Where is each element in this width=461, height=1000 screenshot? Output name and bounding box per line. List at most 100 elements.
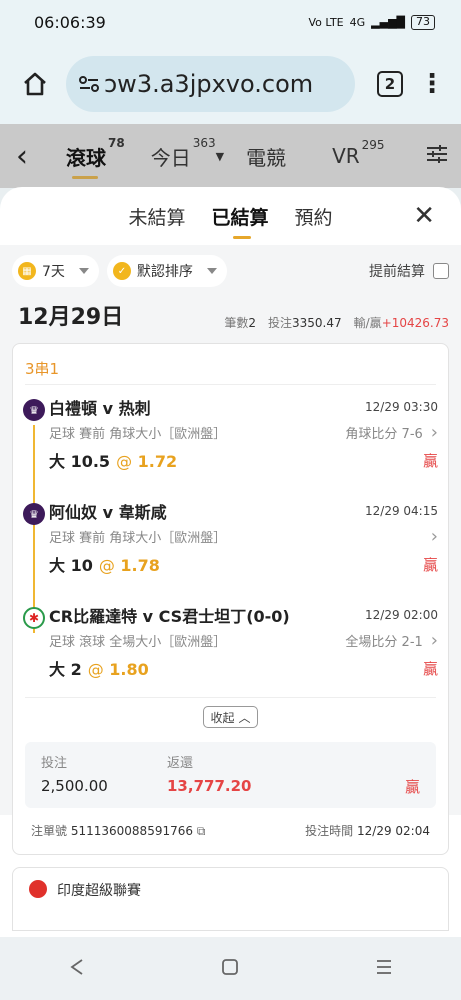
tab-badge: 78 (108, 135, 125, 150)
day-summary: 筆數2 投注3350.47 輸/贏+10426.73 (224, 314, 449, 331)
collapse-button[interactable]: 收起 ︿ (203, 706, 258, 728)
status-icons: Vo LTE 4G ▂▄▆█ 73 (308, 14, 435, 30)
selection: 大 2 (49, 660, 82, 679)
tab-badge: 363 (192, 135, 216, 150)
back-icon[interactable]: ‹ (16, 139, 46, 174)
status-bar: 06:06:39 Vo LTE 4G ▂▄▆█ 73 (0, 0, 461, 44)
tab-inplay[interactable]: 滾球 78 (66, 136, 125, 179)
tab-switcher-button[interactable]: 2 (377, 71, 403, 97)
odds-at: @ (116, 452, 133, 471)
chevron-right-icon[interactable]: › (431, 526, 438, 547)
winloss-value: +10426.73 (381, 316, 449, 330)
more-menu-icon[interactable]: ⋮ (417, 71, 447, 97)
home-nav-icon[interactable] (220, 957, 240, 981)
early-settle-toggle[interactable]: 提前結算 (369, 261, 449, 281)
site-settings-icon[interactable] (78, 73, 100, 95)
bet-type: 3串1 (25, 360, 60, 378)
bet-leg[interactable]: ♛ 白禮頓 v 热刺 12/29 03:30 足球 賽前 角球大小［歐洲盤］ 角… (13, 385, 448, 529)
filter-row: ▦ 7天 ✓ 默認排序 提前結算 (12, 255, 449, 287)
leg-result: 贏 (422, 555, 438, 574)
sort-dropdown[interactable]: ✓ 默認排序 (106, 255, 227, 287)
tab-today[interactable]: 今日 363 ▼ (150, 136, 225, 171)
date-range-value: 7天 (42, 264, 65, 280)
recents-nav-icon[interactable] (374, 957, 394, 981)
close-icon[interactable]: ✕ (413, 201, 435, 231)
collapse-label: 收起 (210, 710, 235, 725)
league-name: 印度超級聯賽 (57, 883, 141, 899)
tab-unsettled[interactable]: 未結算 (128, 203, 185, 230)
market-info: 足球 賽前 角球大小［歐洲盤］ (49, 530, 227, 546)
chevron-right-icon[interactable]: › (431, 422, 438, 443)
return-label: 返還 (167, 756, 194, 771)
tab-label: 今日 (150, 145, 191, 170)
odds-value: 1.72 (137, 452, 178, 471)
tab-reserved[interactable]: 預約 (295, 203, 333, 230)
odds-at: @ (87, 660, 104, 679)
address-bar[interactable]: ɔw3.a3jpxvo.com (66, 56, 355, 112)
bet-leg[interactable]: ✱ CR比羅達特 v CS君士坦丁(0-0) 12/29 02:00 足球 滾球… (13, 593, 448, 697)
bet-time-label: 投注時間 (305, 824, 354, 838)
check-circle-icon: ✓ (112, 262, 131, 280)
count-value: 2 (248, 316, 256, 330)
record-tabs: 未結算 已結算 預約 ✕ (0, 187, 461, 245)
browser-toolbar: ɔw3.a3jpxvo.com 2 ⋮ (0, 44, 461, 124)
match-time: 12/29 04:15 (365, 504, 438, 518)
filter-settings-icon[interactable] (425, 143, 449, 169)
signal-icon: ▂▄▆█ (371, 15, 405, 29)
bet-leg[interactable]: ♛ 阿仙奴 v 韋斯咸 12/29 04:15 足球 賽前 角球大小［歐洲盤］ … (13, 489, 448, 633)
match-name: 阿仙奴 v 韋斯咸 (49, 503, 167, 522)
league-logo-icon: ✱ (23, 607, 45, 629)
back-nav-icon[interactable] (67, 957, 87, 981)
match-time: 12/29 03:30 (365, 400, 438, 414)
stake-value: 3350.47 (292, 316, 342, 330)
tab-label: 滾球 (66, 145, 106, 170)
sort-value: 默認排序 (136, 264, 193, 280)
bet-time-value: 12/29 02:04 (357, 824, 430, 838)
home-button[interactable] (18, 67, 52, 101)
count-label: 筆數 (224, 316, 249, 330)
ticket-label: 注單號 (31, 824, 68, 838)
odds-at: @ (98, 556, 115, 575)
market-info: 足球 滾球 全場大小［歐洲盤］ (49, 634, 227, 650)
match-score: 角球比分 7-6 (345, 426, 423, 442)
tab-settled[interactable]: 已結算 (211, 203, 269, 239)
premier-league-icon: ♛ (23, 503, 45, 525)
records-content: ▦ 7天 ✓ 默認排序 提前結算 12月29日 筆數2 投注3350.47 輸/… (0, 245, 461, 931)
date-range-dropdown[interactable]: ▦ 7天 (12, 255, 99, 287)
tab-esports[interactable]: 電競 (246, 142, 286, 171)
ticket-number: 5111360088591766 (70, 824, 193, 838)
next-bet-card[interactable]: 印度超級聯賽 (12, 867, 449, 931)
return-value: 13,777.20 (167, 777, 252, 795)
stake-label: 投注 (41, 756, 68, 771)
ticket-info: 注單號 5111360088591766 ⧉ 投注時間 12/29 02:04 (13, 808, 448, 839)
winloss-label: 輸/贏 (353, 316, 382, 330)
tab-badge: 295 (361, 138, 385, 152)
copy-icon[interactable]: ⧉ (197, 824, 206, 838)
chevron-down-icon: ▼ (215, 149, 225, 163)
caret-down-icon (78, 268, 89, 274)
tab-label: 電競 (246, 145, 287, 170)
chevron-up-icon: ︿ (238, 710, 251, 725)
stake-value: 2,500.00 (41, 777, 108, 795)
league-logo-icon (29, 880, 47, 898)
selection: 大 10 (49, 556, 93, 575)
bet-card: 3串1 ♛ 白禮頓 v 热刺 12/29 03:30 足球 賽前 角球大小［歐洲… (12, 343, 449, 855)
odds-value: 1.78 (120, 556, 160, 575)
tab-vr[interactable]: VR 295 (332, 138, 384, 168)
calendar-icon: ▦ (18, 262, 36, 280)
early-settle-checkbox[interactable] (433, 263, 449, 279)
stake-summary: 投注 2,500.00 返還 13,777.20 贏 (25, 742, 436, 808)
early-settle-label: 提前結算 (369, 264, 425, 280)
network-label: 4G (349, 15, 366, 29)
leg-result: 贏 (422, 659, 438, 678)
match-time: 12/29 02:00 (365, 608, 438, 622)
url-text: ɔw3.a3jpxvo.com (104, 70, 314, 98)
stake-label: 投注 (268, 316, 293, 330)
date-title: 12月29日 (18, 305, 124, 330)
chevron-right-icon[interactable]: › (431, 630, 438, 651)
tab-label: VR (332, 144, 360, 168)
match-name: CR比羅達特 v CS君士坦丁(0-0) (49, 607, 290, 626)
match-score: 全場比分 2-1 (345, 634, 423, 650)
collapse-row: 收起 ︿ (13, 698, 448, 742)
volte-icon: Vo LTE (308, 15, 344, 29)
